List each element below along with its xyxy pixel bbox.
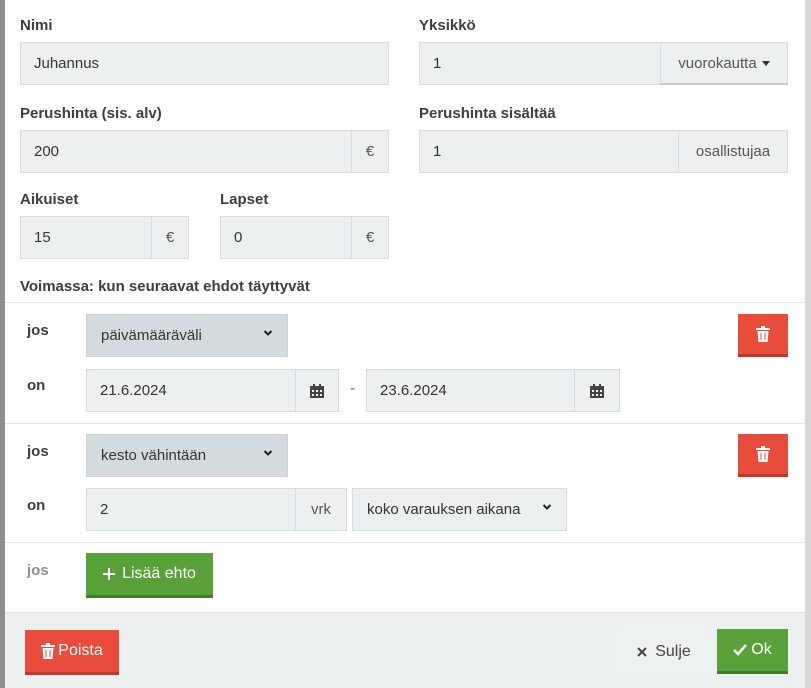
trash-icon: [41, 643, 56, 659]
caret-down-icon: [761, 60, 770, 66]
close-button-label: Sulje: [655, 642, 691, 660]
base-includes-label: Perushinta sisältää: [419, 105, 556, 122]
name-input[interactable]: Juhannus: [20, 42, 389, 85]
adults-label: Aikuiset: [20, 191, 79, 208]
adults-currency: €: [151, 216, 189, 259]
add-condition-if-label: jos: [27, 562, 49, 579]
end-date-picker[interactable]: [574, 369, 620, 412]
calendar-icon: [590, 383, 604, 398]
duration-input[interactable]: 2: [86, 488, 297, 531]
unit-dropdown[interactable]: vuorokautta: [660, 42, 788, 85]
duration-scope-value: koko varauksen aikana: [367, 501, 521, 518]
divider: [5, 302, 805, 303]
chevron-down-icon: [263, 328, 273, 338]
children-input[interactable]: 0: [220, 216, 352, 259]
add-condition-button[interactable]: Lisää ehto: [86, 553, 213, 598]
close-button[interactable]: Sulje: [619, 629, 709, 674]
name-label: Nimi: [20, 17, 53, 34]
condition-if-label: jos: [27, 322, 49, 339]
calendar-icon: [310, 383, 324, 398]
base-price-currency: €: [351, 130, 389, 173]
background-page-edge: [805, 0, 811, 688]
condition-if-label: jos: [27, 443, 49, 460]
duration-unit: vrk: [295, 488, 347, 531]
date-range-separator: -: [350, 380, 355, 397]
price-rule-modal: Nimi Juhannus Yksikkö 1 vuorokautta Peru…: [5, 0, 805, 688]
ok-button-label: Ok: [751, 641, 772, 658]
base-price-label: Perushinta (sis. alv): [20, 105, 162, 122]
adults-input[interactable]: 15: [20, 216, 152, 259]
start-date-picker[interactable]: [295, 369, 339, 412]
modal-footer: Poista Sulje Ok: [5, 612, 805, 688]
unit-dropdown-label: vuorokautta: [678, 54, 757, 72]
validity-heading: Voimassa: kun seuraavat ehdot täyttyvät: [20, 278, 310, 295]
condition-type-value: kesto vähintään: [101, 447, 207, 464]
add-condition-label: Lisää ehto: [122, 565, 196, 582]
chevron-down-icon: [542, 502, 552, 512]
duration-scope-select[interactable]: koko varauksen aikana: [352, 488, 567, 531]
base-price-input[interactable]: 200: [20, 130, 352, 173]
delete-condition-button[interactable]: [738, 434, 788, 477]
end-date-input[interactable]: 23.6.2024: [366, 369, 576, 412]
condition-type-select[interactable]: päivämääräväli: [86, 314, 288, 357]
condition-type-value: päivämääräväli: [101, 327, 202, 344]
trash-icon: [756, 326, 770, 342]
ok-button[interactable]: Ok: [717, 629, 788, 674]
base-includes-unit: osallistujaa: [678, 130, 788, 173]
check-icon: [733, 644, 748, 656]
start-date-input[interactable]: 21.6.2024: [86, 369, 297, 412]
delete-condition-button[interactable]: [738, 314, 788, 357]
close-icon: [637, 646, 647, 657]
divider: [5, 423, 805, 424]
trash-icon: [756, 446, 770, 462]
delete-button[interactable]: Poista: [25, 630, 119, 675]
delete-button-label: Poista: [58, 642, 103, 659]
unit-input[interactable]: 1: [419, 42, 661, 85]
unit-label: Yksikkö: [419, 17, 476, 34]
condition-on-label: on: [27, 497, 46, 514]
plus-icon: [103, 568, 116, 580]
condition-on-label: on: [27, 377, 46, 394]
children-currency: €: [351, 216, 389, 259]
chevron-down-icon: [263, 448, 273, 458]
children-label: Lapset: [220, 191, 269, 208]
condition-type-select[interactable]: kesto vähintään: [86, 434, 288, 477]
divider: [5, 542, 805, 543]
base-includes-input[interactable]: 1: [419, 130, 679, 173]
